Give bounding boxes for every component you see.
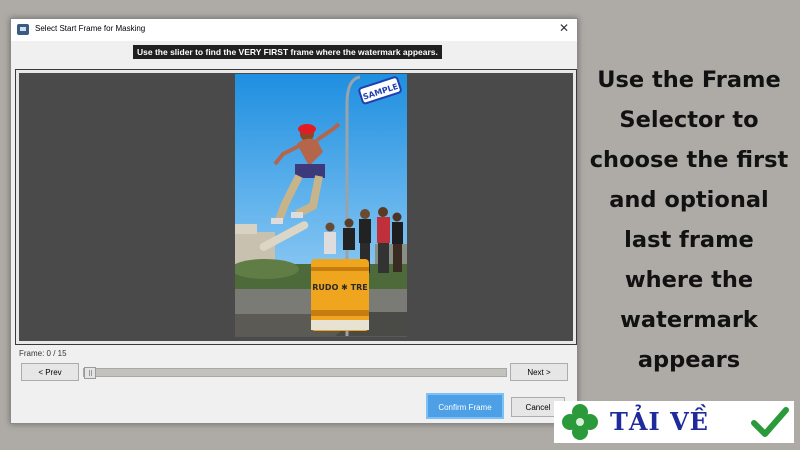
next-button[interactable]: Next > [510,363,568,381]
caption-line: watermark [620,307,758,333]
checkmark-icon [751,407,789,437]
frame-slider[interactable] [83,367,507,379]
prev-button[interactable]: < Prev [21,363,79,381]
close-button[interactable]: ✕ [559,21,569,35]
barrel-text: RUDO ✱ TRE [312,283,367,292]
caption-line: Use the Frame [597,67,781,93]
side-caption: Use the Frame Selector to choose the fir… [578,60,800,380]
caption-line: where the [624,267,754,293]
video-preview: RUDO ✱ TRE SAMPLE [15,69,577,345]
instruction-banner: Use the slider to find the VERY FIRST fr… [133,45,442,59]
title-bar: Select Start Frame for Masking ✕ [11,19,577,41]
confirm-frame-button[interactable]: Confirm Frame [426,393,504,419]
caption-line: last frame [624,227,754,253]
frame-counter: Frame: 0 / 15 [19,349,67,358]
frame-image: RUDO ✱ TRE SAMPLE [235,74,407,337]
brand-text: TẢI VỀ [610,407,709,436]
caption-line: and optional [609,187,769,213]
brand-banner: TẢI VỀ [554,401,794,443]
app-icon [17,24,29,35]
barrel: RUDO ✱ TRE [311,259,369,331]
clover-icon [562,404,598,440]
frame-selector-dialog: Select Start Frame for Masking ✕ Use the… [10,18,578,424]
slider-thumb[interactable] [84,367,96,379]
caption-line: Selector to [619,107,759,133]
frame-photo: RUDO ✱ TRE SAMPLE [235,74,407,337]
window-title: Select Start Frame for Masking [35,24,146,33]
caption-line: appears [637,347,741,373]
caption-line: choose the first [589,147,789,173]
